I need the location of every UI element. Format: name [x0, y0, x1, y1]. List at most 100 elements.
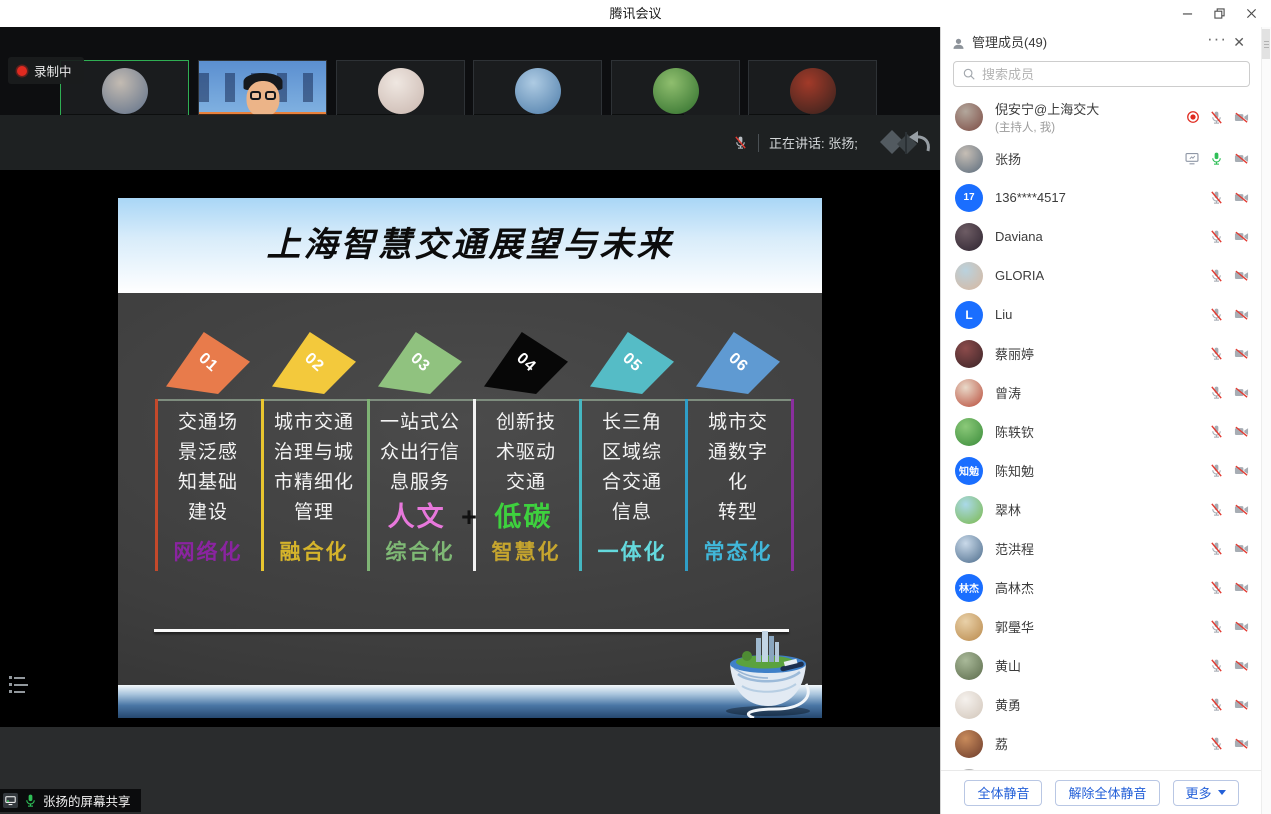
member-row[interactable]: 郭璺华: [941, 607, 1262, 646]
slide-title-banner: 上海智慧交通展望与未来: [118, 198, 822, 293]
cam-off-icon[interactable]: [1233, 736, 1250, 751]
mic-muted-icon[interactable]: [1209, 463, 1224, 478]
member-name: 郭璺华: [995, 617, 1034, 636]
speaking-label: 正在讲话: 张扬;: [769, 133, 858, 152]
divider: [758, 134, 759, 152]
mic-muted-icon[interactable]: [1209, 268, 1224, 283]
member-panel-footer: 全体静音 解除全体静音 更多: [941, 770, 1262, 814]
search-input[interactable]: [982, 67, 1241, 82]
step-arrow-shape: 06: [696, 332, 780, 394]
globe-city-graphic: [714, 626, 822, 718]
panel-scrollbar[interactable]: [1261, 27, 1271, 814]
step-arrow-shape: 04: [484, 332, 568, 394]
mic-muted-icon[interactable]: [1209, 385, 1224, 400]
step-arrow-shape: 02: [272, 332, 356, 394]
record-icon[interactable]: [1186, 110, 1200, 124]
theme-plus: +: [455, 502, 485, 532]
avatar: [955, 145, 983, 173]
mic-muted-icon[interactable]: [1209, 697, 1224, 712]
mic-muted-icon[interactable]: [1209, 580, 1224, 595]
member-name: Liu: [995, 307, 1012, 322]
slide-theme-line: 人文 + 低碳: [118, 495, 822, 534]
recording-dot-icon: [17, 66, 27, 76]
member-name: 翠林: [995, 500, 1021, 519]
nav-arrows-icon: [878, 125, 934, 159]
theme-human: 人文: [388, 502, 446, 532]
member-row[interactable]: 林杰高林杰: [941, 568, 1262, 607]
cam-off-icon[interactable]: [1233, 502, 1250, 517]
cam-off-icon[interactable]: [1233, 229, 1250, 244]
cam-off-icon[interactable]: [1233, 541, 1250, 556]
mic-muted-icon[interactable]: [1209, 541, 1224, 556]
mic-on-icon[interactable]: [1209, 151, 1224, 166]
member-row[interactable]: GLORIA: [941, 256, 1262, 295]
video-strip: 张扬的屏幕共享倪安宁@上海交大杨翔慧陈钦饮自由自在徐延军: [0, 27, 940, 115]
member-row[interactable]: 倪安宁@上海交大(主持人, 我): [941, 95, 1262, 139]
cam-off-icon[interactable]: [1233, 697, 1250, 712]
mic-on-icon: [23, 793, 38, 808]
cam-off-icon[interactable]: [1233, 658, 1250, 673]
panel-more-icon[interactable]: ···: [1207, 29, 1227, 49]
meeting-window: 腾讯会议 张扬的屏幕共享倪安宁@上海交大杨翔慧陈钦饮自由自在徐延军 录制中 正在…: [0, 0, 1271, 814]
member-row[interactable]: 荔: [941, 724, 1262, 763]
cam-off-icon[interactable]: [1233, 463, 1250, 478]
cam-off-icon[interactable]: [1233, 110, 1250, 125]
mic-muted-icon[interactable]: [1209, 346, 1224, 361]
member-name: 张扬: [995, 149, 1021, 168]
member-row[interactable]: 黄勇: [941, 685, 1262, 724]
members-icon: [951, 36, 966, 51]
mic-muted-icon[interactable]: [1209, 229, 1224, 244]
restore-button[interactable]: [1203, 0, 1235, 27]
screen-icon[interactable]: [1184, 151, 1200, 166]
member-row[interactable]: 17136****4517: [941, 178, 1262, 217]
scrollbar-thumb[interactable]: [1262, 29, 1270, 59]
member-row[interactable]: 翠林: [941, 490, 1262, 529]
mic-muted-icon[interactable]: [1209, 658, 1224, 673]
member-row[interactable]: L Liu: [941, 295, 1262, 334]
cam-off-icon[interactable]: [1233, 619, 1250, 634]
member-row[interactable]: 陈轶钦: [941, 412, 1262, 451]
minimize-button[interactable]: [1171, 0, 1203, 27]
mic-muted-icon[interactable]: [1209, 619, 1224, 634]
member-row[interactable]: 知勉陈知勉: [941, 451, 1262, 490]
theme-carbon: 低碳: [494, 502, 552, 532]
mic-muted-icon[interactable]: [1209, 190, 1224, 205]
close-button[interactable]: [1235, 0, 1267, 27]
cam-off-icon[interactable]: [1233, 190, 1250, 205]
cam-off-icon[interactable]: [1233, 424, 1250, 439]
avatar: L: [955, 301, 983, 329]
cam-off-icon[interactable]: [1233, 385, 1250, 400]
member-row[interactable]: 范洪程: [941, 529, 1262, 568]
member-row[interactable]: 蔡丽婷: [941, 334, 1262, 373]
mic-muted-icon[interactable]: [1209, 424, 1224, 439]
mic-muted-icon[interactable]: [1209, 502, 1224, 517]
member-row[interactable]: 张扬: [941, 139, 1262, 178]
more-button[interactable]: 更多: [1173, 780, 1239, 806]
member-list: 倪安宁@上海交大(主持人, 我) 张扬 17136****4517DavianaGL…: [941, 95, 1262, 770]
annotation-list-icon[interactable]: [9, 676, 29, 693]
member-search-box: [953, 61, 1250, 87]
slide-column: 长三角区域综合交通信息一体化: [579, 408, 685, 578]
member-row[interactable]: Daviana: [941, 217, 1262, 256]
mic-muted-icon[interactable]: [1209, 736, 1224, 751]
cam-off-icon[interactable]: [1233, 268, 1250, 283]
mic-muted-icon[interactable]: [1209, 307, 1224, 322]
avatar: [955, 262, 983, 290]
member-panel: 管理成员(49) ··· ✕ 倪安宁@上海交大(主持人, 我) 张扬 17136**…: [940, 27, 1271, 814]
avatar: [378, 68, 424, 114]
member-row[interactable]: 曾涛: [941, 373, 1262, 412]
cam-off-icon[interactable]: [1233, 346, 1250, 361]
member-name: 范洪程: [995, 539, 1034, 558]
member-name: 黄勇: [995, 695, 1021, 714]
layout-switch-button[interactable]: [878, 125, 934, 164]
cam-off-icon[interactable]: [1233, 151, 1250, 166]
mic-muted-icon[interactable]: [1209, 110, 1224, 125]
cam-off-icon[interactable]: [1233, 580, 1250, 595]
cam-off-icon[interactable]: [1233, 307, 1250, 322]
member-row[interactable]: 黄山: [941, 646, 1262, 685]
mute-all-button[interactable]: 全体静音: [964, 780, 1042, 806]
member-panel-title: 管理成员(49): [972, 27, 1047, 59]
unmute-all-button[interactable]: 解除全体静音: [1055, 780, 1159, 806]
panel-close-icon[interactable]: ✕: [1233, 34, 1245, 51]
member-row[interactable]: [941, 763, 1262, 770]
